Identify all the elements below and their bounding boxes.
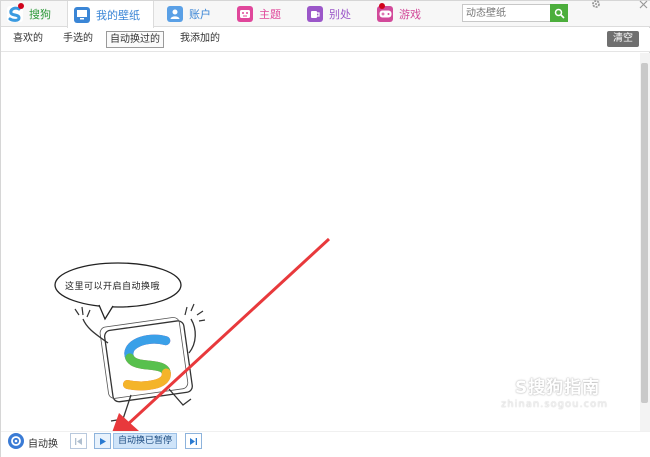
bubble-text: 这里可以开启自动换哦 bbox=[65, 282, 161, 292]
clear-button[interactable]: 清空 bbox=[607, 31, 639, 47]
tab-label: 游戏 bbox=[399, 8, 421, 21]
scroll-thumb[interactable] bbox=[641, 63, 648, 403]
play-icon bbox=[100, 437, 106, 445]
gamepad-icon bbox=[377, 3, 393, 22]
tab-label: 账户 bbox=[189, 8, 211, 21]
tab-my-wallpaper[interactable]: 我的壁纸 bbox=[67, 1, 154, 28]
tab-account[interactable]: 账户 bbox=[161, 1, 227, 27]
tab-label: 主题 bbox=[259, 8, 281, 21]
auto-change-paused-status: 自动换已暂停 bbox=[113, 433, 177, 449]
search-icon bbox=[554, 8, 565, 19]
wallpaper-app-window: 搜狗 我的壁纸 账户 主题 别处 游戏 动态壁纸 喜欢的 手选的 自动换过的 我… bbox=[0, 0, 650, 457]
subtab-added-by-me[interactable]: 我添加的 bbox=[177, 31, 223, 48]
tab-games[interactable]: 游戏 bbox=[371, 1, 437, 27]
tab-elsewhere[interactable]: 别处 bbox=[301, 1, 367, 27]
auto-change-icon[interactable] bbox=[8, 433, 24, 449]
user-icon bbox=[167, 6, 183, 22]
mascot-body bbox=[99, 317, 193, 403]
mascot-right-arm bbox=[188, 318, 196, 354]
speech-bubble-tail bbox=[98, 304, 114, 321]
monitor-icon bbox=[74, 6, 90, 23]
vertical-scrollbar[interactable] bbox=[640, 53, 650, 431]
sub-tab-bar: 喜欢的 手选的 自动换过的 我添加的 清空 bbox=[1, 28, 650, 52]
play-button[interactable] bbox=[94, 433, 111, 449]
cup-icon bbox=[307, 6, 323, 22]
notification-dot bbox=[18, 3, 24, 9]
settings-gear-icon[interactable] bbox=[591, 0, 601, 12]
tab-label: 别处 bbox=[329, 8, 351, 21]
theme-face-icon bbox=[237, 6, 253, 22]
tab-label: 搜狗 bbox=[29, 8, 51, 21]
tab-label: 我的壁纸 bbox=[96, 8, 140, 22]
tab-sogou[interactable]: 搜狗 bbox=[1, 1, 67, 27]
skip-forward-icon bbox=[190, 437, 197, 445]
subtab-handpicked[interactable]: 手选的 bbox=[60, 31, 96, 48]
search-button[interactable] bbox=[550, 4, 568, 22]
next-button[interactable] bbox=[185, 433, 202, 449]
watermark-brand: S搜狗指南 bbox=[515, 378, 601, 398]
subtab-auto-changed[interactable]: 自动换过的 bbox=[106, 31, 164, 48]
top-tab-bar: 搜狗 我的壁纸 账户 主题 别处 游戏 动态壁纸 bbox=[1, 0, 650, 28]
subtab-liked[interactable]: 喜欢的 bbox=[10, 31, 46, 48]
notification-dot bbox=[379, 3, 385, 9]
watermark-url: zhinan.sogou.com bbox=[501, 399, 609, 410]
close-icon[interactable] bbox=[639, 0, 648, 12]
mascot-left-arm bbox=[82, 318, 109, 344]
search-input[interactable] bbox=[463, 5, 551, 21]
sogou-logo-icon bbox=[7, 3, 24, 22]
auto-change-label[interactable]: 自动换 bbox=[28, 435, 58, 450]
previous-button[interactable] bbox=[70, 433, 87, 449]
tab-theme[interactable]: 主题 bbox=[231, 1, 297, 27]
skip-back-icon bbox=[75, 437, 82, 445]
